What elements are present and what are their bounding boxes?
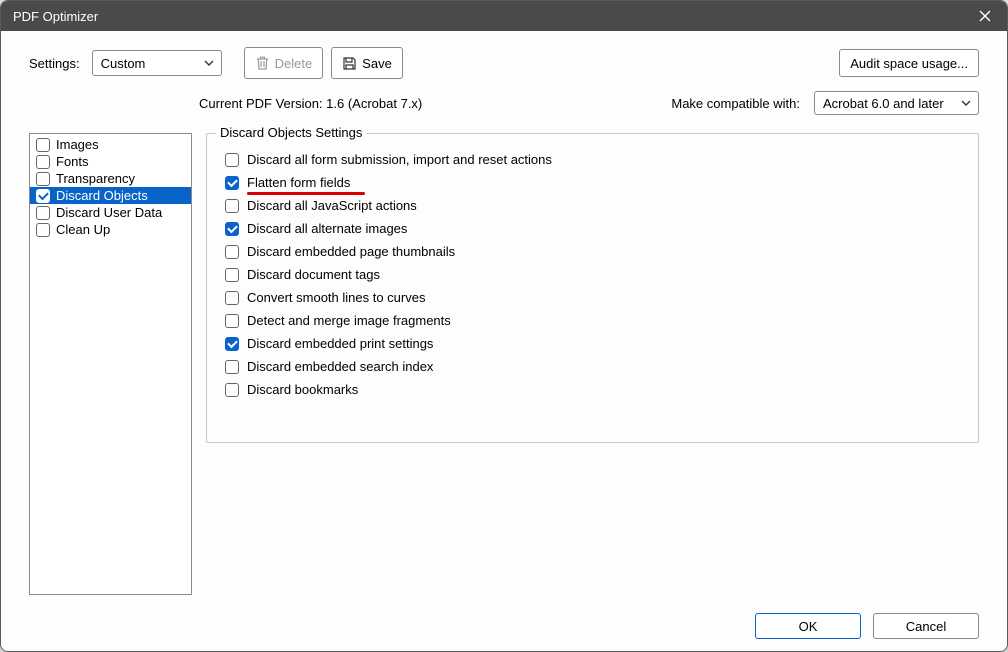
option-label: Discard embedded print settings bbox=[247, 336, 433, 351]
category-item-discard-objects[interactable]: Discard Objects bbox=[30, 187, 191, 204]
close-icon[interactable] bbox=[973, 4, 997, 28]
checkbox-icon[interactable] bbox=[225, 176, 239, 190]
checkbox-icon[interactable] bbox=[225, 360, 239, 374]
settings-toolbar: Settings: Custom Delete bbox=[29, 47, 979, 79]
option-label: Discard bookmarks bbox=[247, 382, 358, 397]
delete-preset-button[interactable]: Delete bbox=[244, 47, 324, 79]
category-label: Images bbox=[56, 137, 99, 152]
current-pdf-version-label: Current PDF Version: 1.6 (Acrobat 7.x) bbox=[199, 96, 422, 111]
option-discard-bookmarks[interactable]: Discard bookmarks bbox=[225, 378, 960, 401]
checkbox-icon[interactable] bbox=[225, 314, 239, 328]
middle-area: Images Fonts Transparency Discard Objects Di… bbox=[29, 133, 979, 595]
window-title: PDF Optimizer bbox=[13, 9, 98, 24]
checkbox-icon[interactable] bbox=[225, 291, 239, 305]
cancel-button[interactable]: Cancel bbox=[873, 613, 979, 639]
option-discard-all-form-submission-import-and-reset-actions[interactable]: Discard all form submission, import and … bbox=[225, 148, 960, 171]
trash-icon bbox=[255, 55, 270, 71]
checkbox-icon[interactable] bbox=[225, 337, 239, 351]
settings-preset-combo[interactable]: Custom bbox=[92, 50, 222, 76]
checkbox-icon[interactable] bbox=[36, 206, 50, 220]
chevron-down-icon bbox=[201, 60, 217, 66]
category-label: Clean Up bbox=[56, 222, 110, 237]
dialog-body: Settings: Custom Delete bbox=[1, 31, 1007, 651]
cancel-label: Cancel bbox=[906, 619, 946, 634]
checkbox-icon[interactable] bbox=[36, 223, 50, 237]
make-compatible-label: Make compatible with: bbox=[671, 96, 800, 111]
option-detect-and-merge-image-fragments[interactable]: Detect and merge image fragments bbox=[225, 309, 960, 332]
option-label: Convert smooth lines to curves bbox=[247, 290, 425, 305]
version-row: Current PDF Version: 1.6 (Acrobat 7.x) M… bbox=[29, 91, 979, 115]
category-item-images[interactable]: Images bbox=[30, 136, 191, 153]
option-label: Flatten form fields bbox=[247, 175, 350, 190]
checkbox-icon[interactable] bbox=[225, 245, 239, 259]
save-icon bbox=[342, 56, 357, 71]
option-discard-all-alternate-images[interactable]: Discard all alternate images bbox=[225, 217, 960, 240]
audit-space-usage-button[interactable]: Audit space usage... bbox=[839, 49, 979, 77]
option-discard-document-tags[interactable]: Discard document tags bbox=[225, 263, 960, 286]
checkbox-icon[interactable] bbox=[225, 199, 239, 213]
delete-label: Delete bbox=[275, 56, 313, 71]
ok-label: OK bbox=[799, 619, 818, 634]
make-compatible-value: Acrobat 6.0 and later bbox=[823, 96, 944, 111]
titlebar: PDF Optimizer bbox=[1, 1, 1007, 31]
make-compatible-combo[interactable]: Acrobat 6.0 and later bbox=[814, 91, 979, 115]
category-label: Discard User Data bbox=[56, 205, 162, 220]
checkbox-icon[interactable] bbox=[36, 189, 50, 203]
checkbox-icon[interactable] bbox=[36, 172, 50, 186]
category-label: Transparency bbox=[56, 171, 135, 186]
category-item-discard-user-data[interactable]: Discard User Data bbox=[30, 204, 191, 221]
pdf-optimizer-window: PDF Optimizer Settings: Custom Delete bbox=[0, 0, 1008, 652]
settings-preset-value: Custom bbox=[101, 56, 146, 71]
option-label: Discard embedded page thumbnails bbox=[247, 244, 455, 259]
option-label: Detect and merge image fragments bbox=[247, 313, 451, 328]
ok-button[interactable]: OK bbox=[755, 613, 861, 639]
category-label: Fonts bbox=[56, 154, 89, 169]
option-convert-smooth-lines-to-curves[interactable]: Convert smooth lines to curves bbox=[225, 286, 960, 309]
option-flatten-form-fields[interactable]: Flatten form fields bbox=[225, 171, 960, 194]
checkbox-icon[interactable] bbox=[36, 138, 50, 152]
checkbox-icon[interactable] bbox=[36, 155, 50, 169]
option-discard-all-javascript-actions[interactable]: Discard all JavaScript actions bbox=[225, 194, 960, 217]
checkbox-icon[interactable] bbox=[225, 383, 239, 397]
settings-label: Settings: bbox=[29, 56, 80, 71]
panel-legend: Discard Objects Settings bbox=[216, 125, 366, 140]
options-panel: Discard Objects Settings Discard all for… bbox=[206, 133, 979, 595]
checkbox-icon[interactable] bbox=[225, 222, 239, 236]
option-discard-embedded-search-index[interactable]: Discard embedded search index bbox=[225, 355, 960, 378]
dialog-footer: OK Cancel bbox=[29, 595, 979, 639]
option-label: Discard all alternate images bbox=[247, 221, 407, 236]
save-preset-button[interactable]: Save bbox=[331, 47, 403, 79]
highlight-underline bbox=[247, 192, 365, 195]
checkbox-icon[interactable] bbox=[225, 268, 239, 282]
option-label: Discard all form submission, import and … bbox=[247, 152, 552, 167]
category-item-fonts[interactable]: Fonts bbox=[30, 153, 191, 170]
chevron-down-icon bbox=[958, 100, 974, 106]
option-label: Discard document tags bbox=[247, 267, 380, 282]
category-label: Discard Objects bbox=[56, 188, 148, 203]
discard-objects-fieldset: Discard Objects Settings Discard all for… bbox=[206, 133, 979, 443]
category-list: Images Fonts Transparency Discard Objects Di… bbox=[29, 133, 192, 595]
option-label: Discard embedded search index bbox=[247, 359, 433, 374]
checkbox-icon[interactable] bbox=[225, 153, 239, 167]
save-label: Save bbox=[362, 56, 392, 71]
category-item-clean-up[interactable]: Clean Up bbox=[30, 221, 191, 238]
audit-label: Audit space usage... bbox=[850, 56, 968, 71]
option-discard-embedded-print-settings[interactable]: Discard embedded print settings bbox=[225, 332, 960, 355]
category-item-transparency[interactable]: Transparency bbox=[30, 170, 191, 187]
option-discard-embedded-page-thumbnails[interactable]: Discard embedded page thumbnails bbox=[225, 240, 960, 263]
option-label: Discard all JavaScript actions bbox=[247, 198, 417, 213]
